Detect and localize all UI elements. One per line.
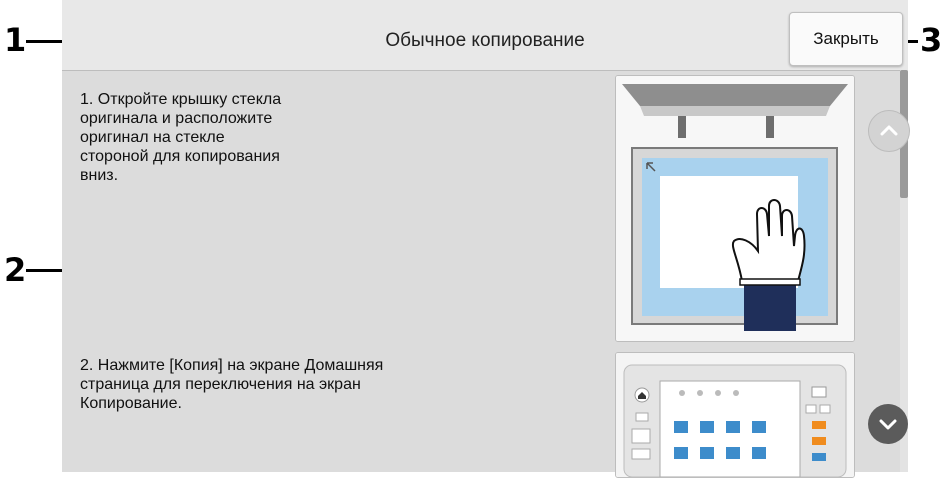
step-2-text: 2. Нажмите [Копия] на экране Домашняя ст… <box>80 357 384 412</box>
callout-3: 3 <box>920 21 943 59</box>
chevron-down-icon <box>879 419 897 430</box>
chevron-up-icon <box>880 125 898 136</box>
scroll-up-button[interactable] <box>868 110 910 152</box>
callout-1: 1 <box>4 21 27 59</box>
callout-2: 2 <box>4 251 27 289</box>
close-button[interactable]: Закрыть <box>789 12 903 66</box>
dialog-header: Обычное копирование <box>62 0 908 71</box>
home-icon <box>634 387 650 403</box>
scroll-down-button[interactable] <box>868 404 908 444</box>
step-1-text: 1. Откройте крышку стекла оригинала и ра… <box>80 91 282 184</box>
step-1-illustration <box>615 75 855 342</box>
step-2-illustration <box>615 352 855 478</box>
dialog-title: Обычное копирование <box>385 30 585 51</box>
